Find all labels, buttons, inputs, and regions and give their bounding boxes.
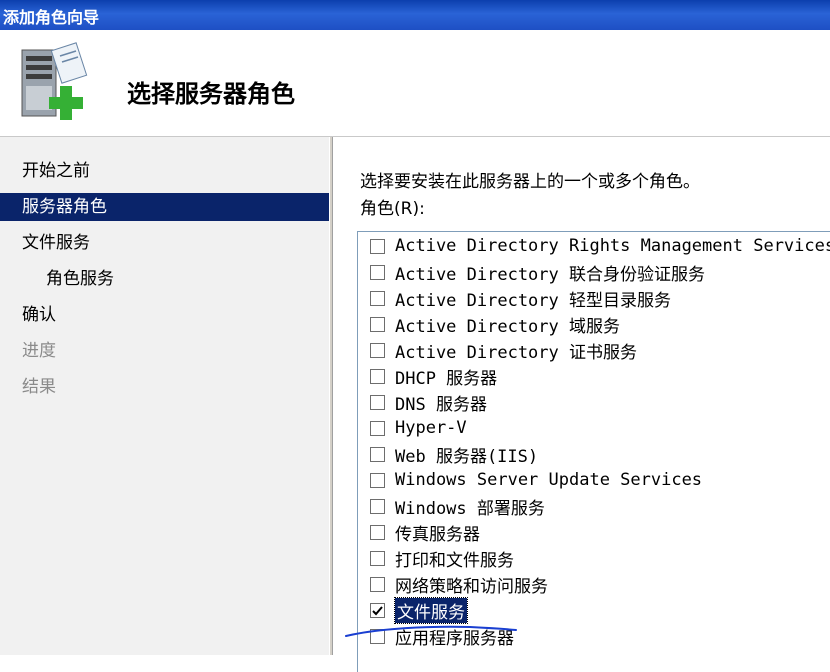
role-item-ad-lds[interactable]: Active Directory 轻型目录服务 xyxy=(370,285,671,311)
instruction-text: 选择要安装在此服务器上的一个或多个角色。 xyxy=(360,172,700,192)
role-label: Windows 部署服务 xyxy=(395,498,545,519)
role-checkbox[interactable] xyxy=(370,368,385,384)
nav-step-results: 结果 xyxy=(22,377,56,397)
role-label: Active Directory 轻型目录服务 xyxy=(395,290,671,311)
role-item-ad-fs[interactable]: Active Directory 联合身份验证服务 xyxy=(370,259,705,285)
nav-step-server-roles[interactable]: 服务器角色 xyxy=(0,193,329,221)
role-label: Windows Server Update Services xyxy=(395,470,703,490)
role-item-wds[interactable]: Windows 部署服务 xyxy=(370,493,545,519)
role-checkbox[interactable] xyxy=(370,238,385,254)
role-label: Active Directory 证书服务 xyxy=(395,342,637,363)
role-checkbox[interactable] xyxy=(370,342,385,358)
role-checkbox[interactable] xyxy=(370,420,385,436)
role-checkbox[interactable] xyxy=(370,264,385,280)
role-checkbox[interactable] xyxy=(370,290,385,306)
role-checkbox[interactable] xyxy=(370,316,385,332)
role-label: Web 服务器(IIS) xyxy=(395,446,539,467)
role-item-web-server-iis[interactable]: Web 服务器(IIS) xyxy=(370,441,538,467)
role-label: DNS 服务器 xyxy=(395,394,487,415)
nav-step-role-services[interactable]: 角色服务 xyxy=(0,265,329,293)
role-label: Active Directory 域服务 xyxy=(395,316,620,337)
wizard-header: 选择服务器角色 xyxy=(0,30,830,137)
main-panel: 选择要安装在此服务器上的一个或多个角色。 角色(R): Active Direc… xyxy=(333,137,830,672)
role-label: 传真服务器 xyxy=(395,524,480,545)
nav-step-file-services[interactable]: 文件服务 xyxy=(0,229,329,257)
role-label: Active Directory Rights Management Servi… xyxy=(395,236,830,256)
role-item-application-server[interactable]: 应用程序服务器 xyxy=(370,623,514,649)
nav-step-confirmation[interactable]: 确认 xyxy=(0,301,329,329)
roles-label: 角色(R): xyxy=(360,199,425,219)
role-item-dns[interactable]: DNS 服务器 xyxy=(370,389,487,415)
server-add-icon xyxy=(21,42,88,120)
role-item-ad-rms[interactable]: Active Directory Rights Management Servi… xyxy=(370,233,830,259)
role-label: Hyper-V xyxy=(395,418,467,438)
roles-checkbox-list[interactable]: Active Directory Rights Management Servi… xyxy=(357,231,830,672)
nav-step-before-you-begin[interactable]: 开始之前 xyxy=(0,157,329,185)
role-checkbox-checked[interactable] xyxy=(370,602,385,618)
role-item-ad-ds[interactable]: Active Directory 域服务 xyxy=(370,311,620,337)
role-item-hyper-v[interactable]: Hyper-V xyxy=(370,415,467,441)
role-label: Active Directory 联合身份验证服务 xyxy=(395,264,705,285)
role-item-dhcp[interactable]: DHCP 服务器 xyxy=(370,363,497,389)
role-checkbox[interactable] xyxy=(370,472,385,488)
role-label: DHCP 服务器 xyxy=(395,368,498,389)
role-checkbox[interactable] xyxy=(370,394,385,410)
nav-step-progress: 进度 xyxy=(22,341,56,361)
role-item-wsus[interactable]: Windows Server Update Services xyxy=(370,467,702,493)
role-item-fax-server[interactable]: 传真服务器 xyxy=(370,519,480,545)
role-checkbox[interactable] xyxy=(370,524,385,540)
role-checkbox[interactable] xyxy=(370,550,385,566)
page-title: 选择服务器角色 xyxy=(127,80,295,108)
role-item-nps[interactable]: 网络策略和访问服务 xyxy=(370,571,548,597)
role-checkbox[interactable] xyxy=(370,498,385,514)
role-label: 应用程序服务器 xyxy=(395,628,514,649)
checkmark-icon xyxy=(372,605,383,615)
role-label: 打印和文件服务 xyxy=(395,550,514,571)
role-checkbox[interactable] xyxy=(370,576,385,592)
role-item-print-and-file[interactable]: 打印和文件服务 xyxy=(370,545,514,571)
role-item-file-services[interactable]: 文件服务 xyxy=(370,596,468,624)
role-label: 文件服务 xyxy=(394,596,468,624)
role-item-ad-cs[interactable]: Active Directory 证书服务 xyxy=(370,337,637,363)
role-checkbox[interactable] xyxy=(370,446,385,462)
wizard-step-nav: 开始之前 服务器角色 文件服务 角色服务 确认 进度 结果 xyxy=(0,137,329,655)
window-title: 添加角色向导 xyxy=(3,8,100,27)
window-title-bar[interactable]: 添加角色向导 xyxy=(0,0,830,30)
role-label: 网络策略和访问服务 xyxy=(395,576,548,597)
role-checkbox[interactable] xyxy=(370,628,385,644)
